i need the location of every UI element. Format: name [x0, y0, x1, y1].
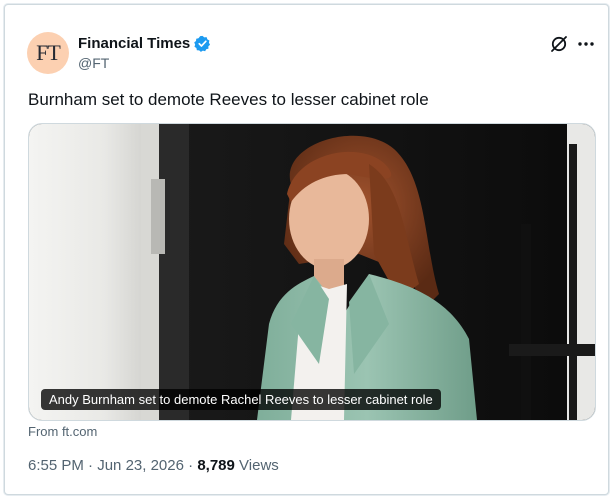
- views-label: Views: [239, 457, 279, 474]
- post-card[interactable]: FT Financial Times @FT Burnham set to de…: [4, 4, 609, 495]
- post-date[interactable]: Jun 23, 2026: [97, 457, 184, 474]
- meta-separator: ·: [88, 457, 94, 474]
- meta-separator: ·: [188, 457, 194, 474]
- grok-icon[interactable]: [549, 34, 569, 54]
- post-time[interactable]: 6:55 PM: [28, 457, 84, 474]
- more-options-icon[interactable]: [576, 34, 596, 54]
- handle[interactable]: @FT: [78, 55, 109, 71]
- views-count: 8,789: [197, 457, 235, 474]
- post-text: Burnham set to demote Reeves to lesser c…: [28, 90, 429, 109]
- avatar[interactable]: FT: [27, 32, 69, 74]
- author-name-row: Financial Times: [78, 35, 211, 52]
- post-metadata: 6:55 PM · Jun 23, 2026 · 8,789 Views: [28, 457, 279, 474]
- avatar-initials: FT: [36, 40, 61, 65]
- display-name[interactable]: Financial Times: [78, 35, 190, 52]
- post-media-image[interactable]: Andy Burnham set to demote Rachel Reeves…: [28, 123, 596, 421]
- media-photo: [29, 124, 595, 420]
- media-caption: Andy Burnham set to demote Rachel Reeves…: [41, 389, 441, 410]
- link-source[interactable]: From ft.com: [28, 424, 97, 439]
- verified-badge-icon: [194, 35, 211, 52]
